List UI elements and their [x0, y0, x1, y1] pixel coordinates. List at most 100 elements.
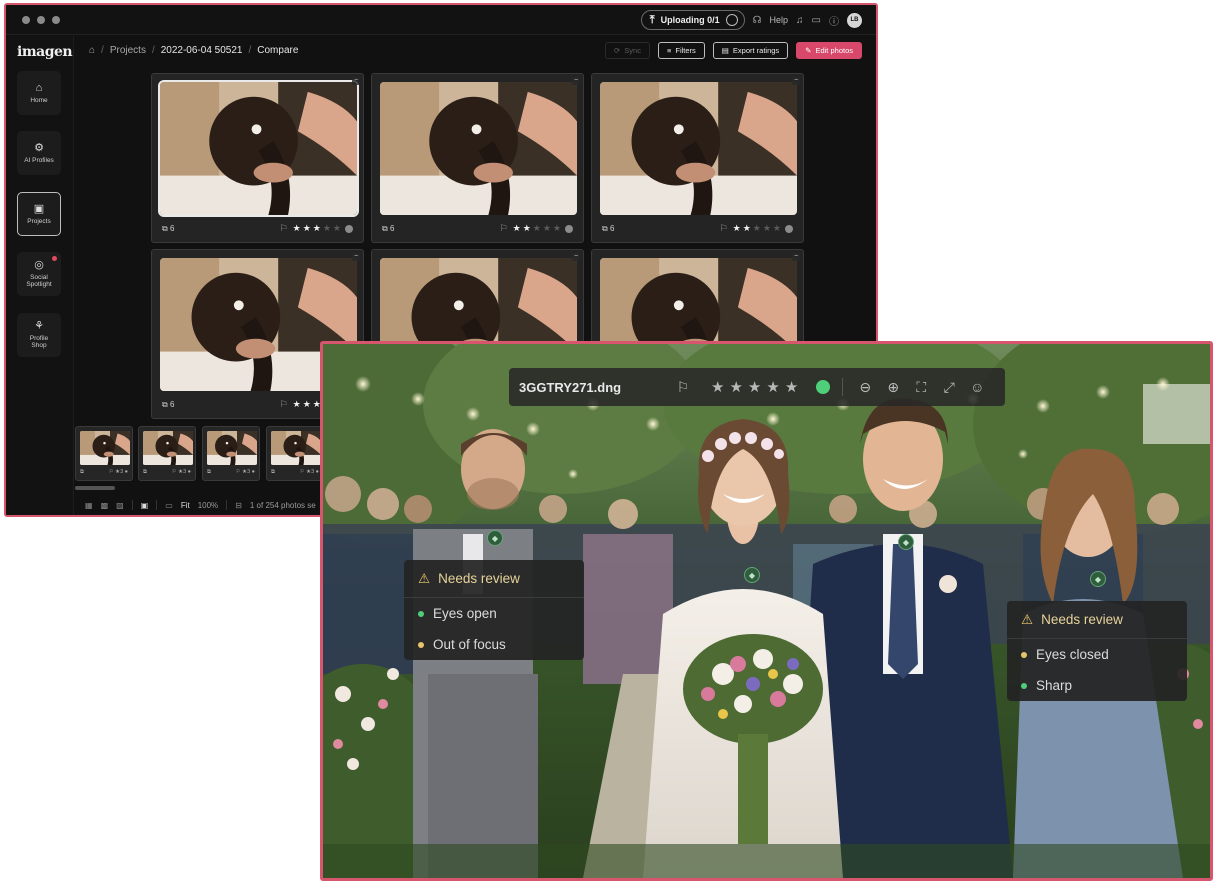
collapse-icon[interactable]: − — [352, 253, 360, 261]
close-window-button[interactable] — [22, 16, 30, 24]
expand-icon[interactable]: ⤢ — [935, 379, 963, 396]
filmstrip-thumb[interactable]: ⧉ ⚐ ★3 ● — [138, 426, 196, 481]
image-view-icon[interactable]: ▣ — [141, 501, 149, 510]
sidebar-item-profile-shop[interactable]: ⚘ Profile Shop — [17, 313, 61, 357]
collapse-icon[interactable]: − — [572, 253, 580, 261]
collapse-icon[interactable]: − — [352, 77, 360, 85]
photo-card[interactable]: − ⧉ 6 ⚐★★★★★ — [151, 73, 364, 243]
review-item: Eyes open — [404, 598, 584, 629]
filmstrip-scrollbar[interactable] — [75, 486, 115, 490]
zoom-out-icon[interactable]: ⊖ — [851, 379, 879, 396]
hair-styling-photo-art — [207, 431, 257, 465]
collapse-icon[interactable]: − — [792, 77, 800, 85]
photo-card[interactable]: − ⧉ 6 ⚐★★★★★ — [371, 73, 584, 243]
sidebar-item-projects[interactable]: ▣ Projects — [17, 192, 61, 236]
face-marker[interactable]: ◆ — [487, 530, 503, 546]
compare-view-icon[interactable]: ▨ — [116, 501, 124, 510]
star-icon[interactable]: ★ — [303, 223, 311, 234]
star-icon[interactable]: ★ — [733, 223, 741, 234]
grid-large-icon[interactable]: ▦ — [85, 501, 93, 510]
filmstrip-thumb[interactable]: ⧉ ⚐ ★3 ● — [266, 426, 324, 481]
sidebar-item-ai-profiles[interactable]: ⚙ AI Profiles — [17, 131, 61, 175]
star-icon[interactable]: ★ — [513, 223, 521, 234]
color-label-dot[interactable] — [345, 224, 353, 233]
filmstrip-thumb[interactable]: ⧉ ⚐ ★3 ● — [202, 426, 260, 481]
filters-button[interactable]: ≡ Filters — [657, 42, 705, 59]
edit-photos-button[interactable]: ✎ Edit photos — [796, 42, 862, 59]
star-icon[interactable]: ★ — [523, 223, 531, 234]
home-crumb-icon[interactable]: ⌂ — [89, 45, 95, 56]
star-icon[interactable]: ★ — [333, 223, 341, 234]
deselect-icon[interactable]: ⊟ — [235, 501, 242, 510]
fit-button[interactable]: Fit — [181, 501, 190, 510]
star-icon[interactable]: ★ — [553, 223, 561, 234]
star-rating[interactable]: ⚐★★★★★ — [720, 223, 793, 234]
face-marker[interactable]: ◆ — [744, 567, 760, 583]
chat-icon[interactable]: ▭ — [165, 501, 173, 510]
color-label-dot[interactable] — [816, 380, 831, 394]
color-label-dot[interactable] — [565, 224, 573, 233]
hair-styling-photo-art — [380, 82, 577, 215]
message-icon[interactable]: ▭ — [812, 15, 821, 26]
flag-icon[interactable]: ⚐ — [280, 223, 288, 234]
collapse-icon[interactable]: − — [572, 77, 580, 85]
face-marker[interactable]: ◆ — [1090, 571, 1106, 587]
thumb-rating: ⚐ ★3 ● — [235, 469, 255, 475]
upload-status-button[interactable]: ⤒ Uploading 0/1 — [640, 10, 745, 30]
status-dot-green — [1021, 682, 1027, 689]
photo-thumbnail[interactable] — [158, 80, 359, 217]
flag-icon[interactable]: ⚐ — [720, 223, 728, 234]
color-label-dot[interactable] — [785, 224, 793, 233]
zoom-in-icon[interactable]: ⊕ — [879, 379, 907, 396]
star-icon[interactable]: ★ — [753, 223, 761, 234]
export-ratings-button[interactable]: ▤ Export ratings — [712, 42, 789, 59]
review-header: ⚠ Needs review — [1007, 601, 1187, 639]
star-icon[interactable]: ★ — [293, 399, 301, 410]
star-2[interactable]: ★ — [729, 378, 742, 396]
detail-star-rating[interactable]: ★ ★ ★ ★ ★ — [711, 378, 798, 396]
face-detect-icon[interactable]: ☺ — [963, 379, 991, 395]
bell-icon[interactable]: ♫ — [796, 15, 804, 26]
star-rating[interactable]: ⚐★★★★★ — [500, 223, 573, 234]
grid-small-icon[interactable]: ▩ — [101, 501, 109, 510]
crumb-projects[interactable]: Projects — [110, 45, 146, 56]
flag-icon[interactable]: ⚐ — [500, 223, 508, 234]
photo-card[interactable]: − ⧉ 6 ⚐★★★★★ — [591, 73, 804, 243]
star-4[interactable]: ★ — [766, 378, 779, 396]
star-icon[interactable]: ★ — [323, 223, 331, 234]
star-rating[interactable]: ⚐★★★★★ — [280, 223, 353, 234]
review-popover-bridesmaid: ⚠ Needs review Eyes closed Sharp — [1007, 601, 1187, 701]
filter-icon: ≡ — [666, 46, 672, 55]
star-icon[interactable]: ★ — [533, 223, 541, 234]
face-marker[interactable]: ◆ — [898, 534, 914, 550]
flag-icon[interactable]: ⚐ — [669, 379, 697, 396]
collapse-icon[interactable]: − — [792, 253, 800, 261]
help-link[interactable]: Help — [770, 15, 789, 25]
stack-icon: ⧉ — [80, 469, 84, 475]
star-5[interactable]: ★ — [785, 378, 798, 396]
maximize-window-button[interactable] — [52, 16, 60, 24]
star-3[interactable]: ★ — [748, 378, 761, 396]
star-icon[interactable]: ★ — [293, 223, 301, 234]
photo-thumbnail[interactable] — [600, 82, 797, 215]
crumb-project[interactable]: 2022-06-04 50521 — [161, 45, 243, 56]
sidebar-item-label: AI Profiles — [24, 156, 54, 164]
star-icon[interactable]: ★ — [543, 223, 551, 234]
star-1[interactable]: ★ — [711, 378, 724, 396]
sync-button[interactable]: ⟳ Sync — [605, 42, 650, 59]
star-icon[interactable]: ★ — [303, 399, 311, 410]
sidebar-item-home[interactable]: ⌂ Home — [17, 71, 61, 115]
flag-icon[interactable]: ⚐ — [280, 399, 288, 410]
avatar[interactable]: LB — [847, 12, 862, 28]
star-icon[interactable]: ★ — [763, 223, 771, 234]
star-icon[interactable]: ★ — [313, 223, 321, 234]
minimize-window-button[interactable] — [37, 16, 45, 24]
filmstrip-thumb[interactable]: ⧉ ⚐ ★3 ● — [75, 426, 133, 481]
stack-count: ⧉ 6 — [162, 399, 175, 409]
photo-thumbnail[interactable] — [380, 82, 577, 215]
fit-screen-icon[interactable]: ⛶ — [907, 379, 935, 396]
star-icon[interactable]: ★ — [743, 223, 751, 234]
question-icon[interactable]: ⓘ — [829, 13, 839, 28]
star-icon[interactable]: ★ — [773, 223, 781, 234]
sidebar-item-social-spotlight[interactable]: ◎ Social Spotlight — [17, 252, 61, 296]
